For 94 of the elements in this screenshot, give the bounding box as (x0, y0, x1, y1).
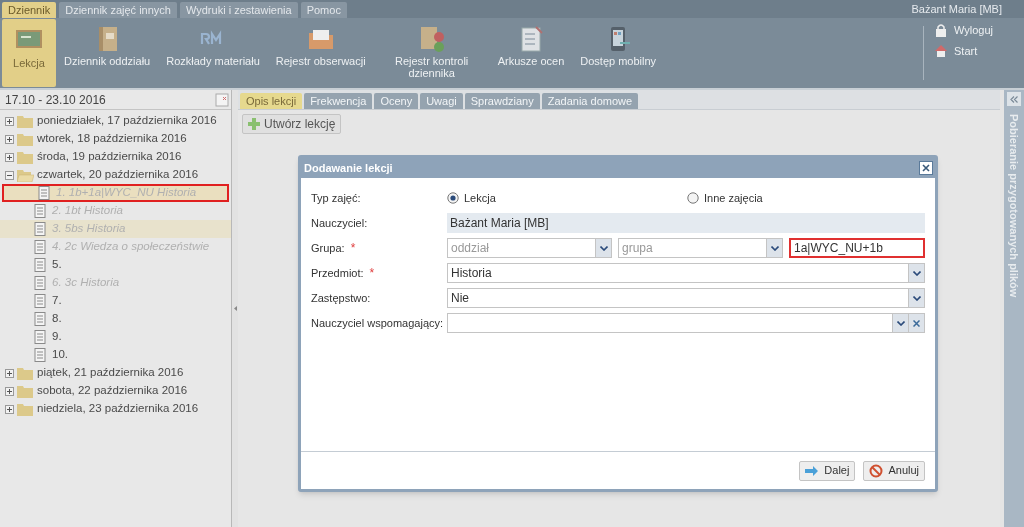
content-tab[interactable]: Zadania domowe (541, 93, 639, 109)
field-label: Nauczyciel wspomagający: (311, 315, 444, 331)
dropdown[interactable]: grupa (618, 238, 783, 258)
folder-icon (17, 366, 34, 380)
account-link[interactable]: Start (934, 42, 1024, 59)
document-icon (34, 258, 46, 272)
content-tab[interactable]: Opis lekcji (240, 93, 303, 109)
content-tab[interactable]: Frekwencja (304, 93, 373, 109)
dialog-button[interactable]: Anuluj (863, 460, 925, 481)
tree-item[interactable]: 7. (0, 292, 231, 310)
content-tab[interactable]: Oceny (374, 93, 419, 109)
caret-icon (912, 295, 921, 301)
expand-icon[interactable] (5, 116, 14, 126)
content-tab[interactable]: Uwagi (420, 93, 463, 109)
toolbar-button[interactable]: Lekcja (2, 19, 56, 87)
close-button[interactable] (919, 161, 933, 175)
radio-option[interactable]: Inne zajęcia (687, 189, 763, 207)
caret-icon (896, 320, 905, 326)
collapse-icon[interactable] (5, 170, 14, 180)
document-icon (34, 330, 46, 344)
required-marker: * (369, 265, 375, 282)
expand-icon[interactable] (5, 134, 14, 144)
folder-icon (17, 114, 34, 128)
tree-item[interactable]: 1. 1b+1a|WYC_NU Historia (2, 184, 229, 202)
field-label: Przedmiot: (311, 265, 364, 281)
required-marker: * (350, 240, 356, 257)
caret-icon (599, 245, 608, 251)
dialog-title: Dodawanie lekcji (304, 160, 394, 176)
tree-item[interactable]: 10. (0, 346, 231, 364)
folder-icon (17, 384, 34, 398)
menu-tab[interactable]: Pomoc (300, 2, 347, 18)
radio-option[interactable]: Lekcja (447, 189, 687, 207)
document-icon (34, 222, 46, 236)
content-tab[interactable]: Sprawdziany (464, 93, 540, 109)
caret-icon (770, 245, 779, 251)
document-icon (34, 312, 46, 326)
document-icon (34, 348, 46, 362)
tree-item[interactable]: niedziela, 23 października 2016 (37, 400, 199, 418)
tree-item[interactable]: 8. (0, 310, 231, 328)
tree-item[interactable]: środa, 19 października 2016 (37, 148, 182, 166)
no-entry-icon (869, 463, 884, 478)
field-label: Nauczyciel: (311, 215, 368, 231)
calendar-icon[interactable] (215, 92, 229, 107)
open-folder-icon (17, 168, 34, 182)
arrow-icon (805, 463, 820, 478)
document-icon (34, 240, 46, 254)
week-range: 17.10 - 23.10 2016 (5, 91, 107, 109)
tree-item[interactable]: 5. (0, 256, 231, 274)
document-icon (34, 276, 46, 290)
toolbar-button[interactable]: Dostęp mobilny (572, 19, 665, 87)
expand-icon[interactable] (5, 368, 14, 378)
folder-icon (17, 150, 34, 164)
clear-icon (913, 319, 920, 327)
collapse-button[interactable] (1007, 92, 1021, 106)
double-chevron-icon (1010, 95, 1018, 103)
toolbar-button[interactable]: Rejestr kontroli dziennika (373, 19, 490, 87)
home-icon (934, 43, 948, 58)
document-icon (38, 186, 50, 200)
toolbar-button[interactable]: Arkusze ocen (489, 19, 573, 87)
group-field[interactable]: 1a|WYC_NU+1b (789, 238, 925, 258)
expand-icon[interactable] (5, 404, 14, 414)
document-icon (34, 204, 46, 218)
lock-icon (934, 23, 948, 38)
field-label: Typ zajęć: (311, 190, 361, 206)
toolbar-button[interactable]: Rejestr obserwacji (267, 19, 374, 87)
expand-icon[interactable] (5, 152, 14, 162)
folder-icon (17, 132, 34, 146)
create-lesson-button[interactable]: Utwórz lekcję (242, 114, 342, 134)
toolbar-button[interactable]: Dziennik oddziału (56, 19, 159, 87)
document-icon (34, 294, 46, 308)
dropdown[interactable]: Historia (447, 263, 925, 283)
menu-tab[interactable]: Dziennik (2, 2, 57, 18)
field-label: Grupa: (311, 240, 345, 256)
menu-tab[interactable]: Dziennik zajęć innych (59, 2, 177, 18)
clear-button[interactable] (908, 314, 924, 332)
dropdown[interactable]: oddział (447, 238, 612, 258)
toolbar-button[interactable]: Rozkłady materiału (158, 19, 268, 87)
tree-item[interactable]: 9. (0, 328, 231, 346)
dialog-button[interactable]: Dalej (799, 460, 856, 481)
field-label: Zastępstwo: (311, 290, 371, 306)
close-icon (922, 164, 930, 172)
folder-icon (17, 402, 34, 416)
user-name: Bażant Maria [MB] (911, 1, 1003, 17)
tree-item[interactable]: sobota, 22 października 2016 (37, 382, 188, 400)
dropdown[interactable]: Nie (447, 288, 925, 308)
teacher-value: Bażant Maria [MB] (447, 213, 925, 233)
tree-item[interactable]: wtorek, 18 października 2016 (37, 130, 187, 148)
plus-icon (248, 118, 260, 130)
tree-item[interactable]: piątek, 21 października 2016 (37, 364, 184, 382)
expand-icon[interactable] (5, 386, 14, 396)
tree-item[interactable]: czwartek, 20 października 2016 (37, 166, 199, 184)
tree-item[interactable]: poniedziałek, 17 października 2016 (37, 112, 217, 130)
caret-icon (912, 270, 921, 276)
account-link[interactable]: Wyloguj (934, 22, 1024, 39)
